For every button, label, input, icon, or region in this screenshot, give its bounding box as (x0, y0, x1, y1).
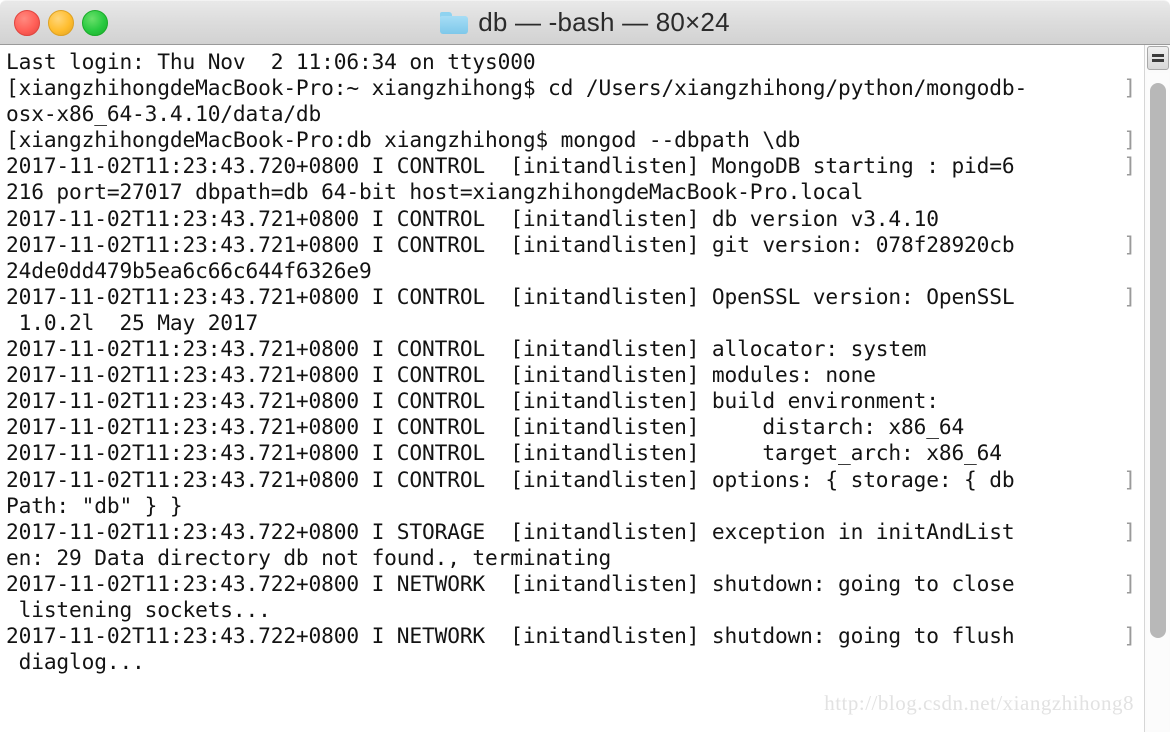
terminal-line-text: 2017-11-02T11:23:43.721+0800 I CONTROL [… (6, 466, 1015, 492)
title-bar[interactable]: db — -bash — 80×24 (0, 0, 1170, 45)
line-wrap-marker: ] (1123, 623, 1136, 649)
terminal-line-text: listening sockets... (6, 596, 271, 622)
line-wrap-marker: ] (1123, 231, 1136, 257)
line-wrap-marker: ] (1123, 153, 1136, 179)
terminal-line-text: [xiangzhihongdeMacBook-Pro:~ xiangzhihon… (6, 75, 1028, 101)
terminal-line-text: 2017-11-02T11:23:43.721+0800 I CONTROL [… (6, 283, 1015, 309)
terminal-line-text: Path: "db" } } (6, 492, 183, 518)
maximize-button[interactable] (82, 10, 108, 36)
line-wrap-marker: ] (1123, 283, 1136, 309)
terminal-line: 2017-11-02T11:23:43.721+0800 I CONTROL [… (6, 467, 1136, 493)
terminal-line: 1.0.2l 25 May 2017 (6, 310, 1136, 336)
line-wrap-marker: ] (1123, 570, 1136, 596)
title-block: db — -bash — 80×24 (440, 7, 730, 38)
terminal-line-text: osx-x86_64-3.4.10/data/db (6, 101, 322, 127)
terminal-line-text: 2017-11-02T11:23:43.721+0800 I CONTROL [… (6, 336, 927, 362)
terminal-line: 2017-11-02T11:23:43.720+0800 I CONTROL [… (6, 153, 1136, 179)
terminal-line: 2017-11-02T11:23:43.721+0800 I CONTROL [… (6, 284, 1136, 310)
terminal-line: 2017-11-02T11:23:43.722+0800 I STORAGE [… (6, 519, 1136, 545)
scroll-menu-icon[interactable] (1147, 46, 1169, 70)
terminal-line-text: 216 port=27017 dbpath=db 64-bit host=xia… (6, 179, 864, 205)
terminal-line: 2017-11-02T11:23:43.721+0800 I CONTROL [… (6, 440, 1136, 466)
terminal-line: 2017-11-02T11:23:43.721+0800 I CONTROL [… (6, 336, 1136, 362)
terminal-line: [xiangzhihongdeMacBook-Pro:~ xiangzhihon… (6, 75, 1136, 101)
close-button[interactable] (14, 10, 40, 36)
terminal-line-text: 2017-11-02T11:23:43.721+0800 I CONTROL [… (6, 388, 939, 414)
terminal-line: 216 port=27017 dbpath=db 64-bit host=xia… (6, 179, 1136, 205)
terminal-line: listening sockets... (6, 597, 1136, 623)
terminal-line-text: 2017-11-02T11:23:43.720+0800 I CONTROL [… (6, 153, 1015, 179)
folder-icon (440, 11, 469, 34)
terminal-line: Last login: Thu Nov 2 11:06:34 on ttys00… (6, 49, 1136, 75)
terminal-line-text: 2017-11-02T11:23:43.722+0800 I STORAGE [… (6, 518, 1015, 544)
terminal-line: osx-x86_64-3.4.10/data/db (6, 101, 1136, 127)
terminal-line-text: 2017-11-02T11:23:43.722+0800 I NETWORK [… (6, 623, 1015, 649)
terminal-body[interactable]: Last login: Thu Nov 2 11:06:34 on ttys00… (0, 45, 1170, 732)
terminal-line-text: en: 29 Data directory db not found., ter… (6, 544, 612, 570)
terminal-line-text: 24de0dd479b5ea6c66c644f6326e9 (6, 257, 372, 283)
terminal-line: 2017-11-02T11:23:43.721+0800 I CONTROL [… (6, 414, 1136, 440)
scrollbar-thumb[interactable] (1150, 83, 1166, 638)
terminal-line: 2017-11-02T11:23:43.721+0800 I CONTROL [… (6, 362, 1136, 388)
line-wrap-marker: ] (1123, 466, 1136, 492)
terminal-line: 2017-11-02T11:23:43.722+0800 I NETWORK [… (6, 623, 1136, 649)
terminal-line-text: [xiangzhihongdeMacBook-Pro:db xiangzhiho… (6, 127, 801, 153)
line-wrap-marker: ] (1123, 518, 1136, 544)
terminal-line: 2017-11-02T11:23:43.721+0800 I CONTROL [… (6, 388, 1136, 414)
terminal-line: 2017-11-02T11:23:43.721+0800 I CONTROL [… (6, 232, 1136, 258)
terminal-line-text: diaglog... (6, 649, 145, 675)
terminal-line: 2017-11-02T11:23:43.722+0800 I NETWORK [… (6, 571, 1136, 597)
watermark: http://blog.csdn.net/xiangzhihong8 (824, 691, 1134, 715)
line-wrap-marker: ] (1123, 75, 1136, 101)
terminal-line: diaglog... (6, 649, 1136, 675)
terminal-line-text: 2017-11-02T11:23:43.721+0800 I CONTROL [… (6, 362, 876, 388)
terminal-line-text: 2017-11-02T11:23:43.721+0800 I CONTROL [… (6, 440, 1002, 466)
terminal-line: en: 29 Data directory db not found., ter… (6, 545, 1136, 571)
terminal-line-text: Last login: Thu Nov 2 11:06:34 on ttys00… (6, 49, 536, 74)
terminal-line-text: 2017-11-02T11:23:43.721+0800 I CONTROL [… (6, 231, 1015, 257)
terminal-line: Path: "db" } } (6, 493, 1136, 519)
terminal-line: [xiangzhihongdeMacBook-Pro:db xiangzhiho… (6, 127, 1136, 153)
terminal-output[interactable]: Last login: Thu Nov 2 11:06:34 on ttys00… (6, 49, 1136, 675)
line-wrap-marker: ] (1123, 127, 1136, 153)
terminal-line: 24de0dd479b5ea6c66c644f6326e9 (6, 258, 1136, 284)
terminal-line-text: 2017-11-02T11:23:43.721+0800 I CONTROL [… (6, 205, 939, 231)
terminal-line: 2017-11-02T11:23:43.721+0800 I CONTROL [… (6, 206, 1136, 232)
scrollbar[interactable] (1144, 45, 1170, 732)
terminal-line-text: 2017-11-02T11:23:43.722+0800 I NETWORK [… (6, 570, 1015, 596)
terminal-window: db — -bash — 80×24 Last login: Thu Nov 2… (0, 0, 1170, 732)
window-title: db — -bash — 80×24 (478, 7, 730, 37)
terminal-line-text: 2017-11-02T11:23:43.721+0800 I CONTROL [… (6, 414, 965, 440)
window-controls (14, 1, 108, 45)
minimize-button[interactable] (48, 10, 74, 36)
terminal-line-text: 1.0.2l 25 May 2017 (6, 309, 259, 335)
